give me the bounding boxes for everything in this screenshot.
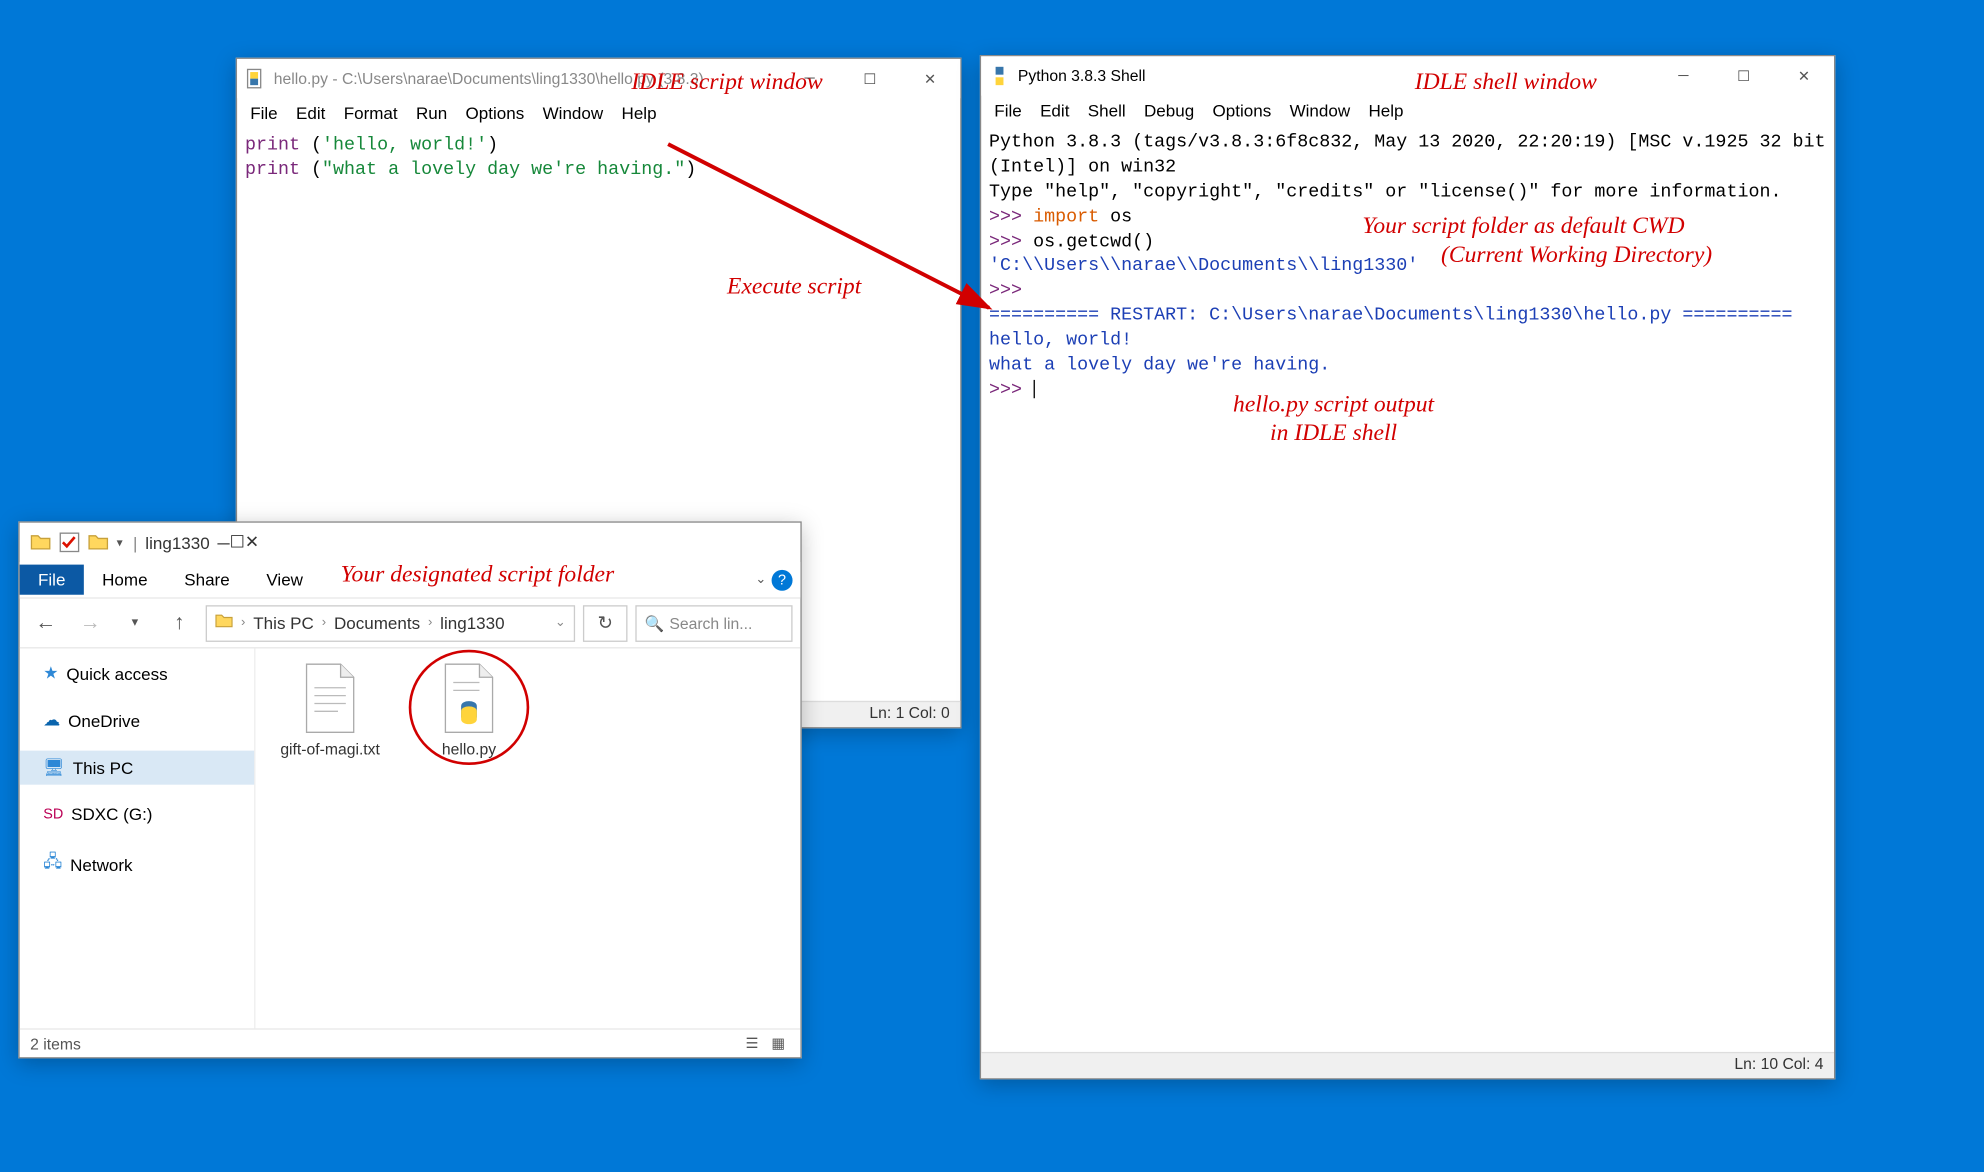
folder-icon <box>215 612 233 634</box>
sd-icon: SD <box>43 806 63 822</box>
maximize-button[interactable]: ☐ <box>840 59 900 98</box>
cwd-output: 'C:\\Users\\narae\\Documents\\ling1330' <box>989 256 1418 277</box>
tab-home[interactable]: Home <box>84 565 166 595</box>
menu-file[interactable]: File <box>242 101 285 126</box>
file-explorer-window: ▾ | ling1330 ─ ☐ ✕ File Home Share View … <box>18 521 801 1058</box>
titlebar[interactable]: Python 3.8.3 Shell ─ ☐ ✕ <box>981 56 1834 95</box>
menu-edit[interactable]: Edit <box>288 101 333 126</box>
close-button[interactable]: ✕ <box>245 532 259 553</box>
forward-button[interactable]: → <box>72 605 109 642</box>
menu-options[interactable]: Options <box>1205 98 1279 123</box>
maximize-button[interactable]: ☐ <box>230 532 245 553</box>
menu-help[interactable]: Help <box>1361 98 1412 123</box>
shell-output[interactable]: Python 3.8.3 (tags/v3.8.3:6f8c832, May 1… <box>981 126 1834 1052</box>
statusbar: Ln: 10 Col: 4 <box>981 1052 1834 1078</box>
file-item-txt[interactable]: gift-of-magi.txt <box>271 662 389 759</box>
ribbon: File Home Share View ⌄ ? <box>20 562 801 599</box>
nav-sdxc[interactable]: SDSDXC (G:) <box>20 798 254 831</box>
search-placeholder: Search lin... <box>669 614 752 632</box>
folder-name: ling1330 <box>137 533 217 553</box>
banner-line: Type "help", "copyright", "credits" or "… <box>989 182 1781 203</box>
help-icon[interactable]: ? <box>772 569 793 590</box>
menu-options[interactable]: Options <box>458 101 532 126</box>
breadcrumb-item[interactable]: This PC <box>253 613 314 633</box>
nav-quick-access[interactable]: ★Quick access <box>20 656 254 690</box>
file-list[interactable]: gift-of-magi.txt hello.py <box>255 648 800 1028</box>
star-icon: ★ <box>43 663 58 684</box>
navigation-pane: ★Quick access ☁OneDrive 🖥This PC SDSDXC … <box>20 648 256 1028</box>
window-title: Python 3.8.3 Shell <box>1018 67 1146 85</box>
menubar: File Edit Format Run Options Window Help <box>237 98 960 128</box>
menubar: File Edit Shell Debug Options Window Hel… <box>981 96 1834 126</box>
item-count: 2 items <box>30 1034 81 1052</box>
search-icon: 🔍 <box>645 614 665 632</box>
breadcrumb-item[interactable]: Documents <box>334 613 420 633</box>
recent-dropdown-icon[interactable]: ▾ <box>117 605 154 642</box>
tab-share[interactable]: Share <box>166 565 248 595</box>
file-name: gift-of-magi.txt <box>280 740 380 758</box>
address-bar-row: ← → ▾ ↑ › This PC › Documents › ling1330… <box>20 599 801 649</box>
menu-file[interactable]: File <box>986 98 1029 123</box>
script-output: hello, world! <box>989 330 1132 351</box>
menu-run[interactable]: Run <box>408 101 455 126</box>
qat-dropdown-icon[interactable]: ▾ <box>117 535 123 549</box>
menu-format[interactable]: Format <box>336 101 406 126</box>
menu-help[interactable]: Help <box>614 101 665 126</box>
minimize-button[interactable]: ─ <box>779 59 839 98</box>
pc-icon: 🖥 <box>43 757 65 778</box>
breadcrumb-item[interactable]: ling1330 <box>440 613 504 633</box>
icons-view-icon[interactable]: ▦ <box>766 1033 790 1054</box>
breadcrumb[interactable]: › This PC › Documents › ling1330 ⌄ <box>206 605 575 642</box>
maximize-button[interactable]: ☐ <box>1713 56 1773 95</box>
ribbon-expand-icon[interactable]: ⌄ <box>755 572 766 586</box>
checkbox-icon[interactable] <box>59 532 80 553</box>
banner-line: Python 3.8.3 (tags/v3.8.3:6f8c832, May 1… <box>989 131 1826 180</box>
nav-this-pc[interactable]: 🖥This PC <box>20 751 254 785</box>
folder-icon <box>30 532 51 553</box>
text-file-icon <box>299 662 362 735</box>
titlebar[interactable]: ▾ | ling1330 ─ ☐ ✕ <box>20 523 801 562</box>
close-button[interactable]: ✕ <box>900 59 960 98</box>
network-icon: 🖧 <box>43 850 62 879</box>
cloud-icon: ☁ <box>43 710 60 731</box>
window-title: hello.py - C:\Users\narae\Documents\ling… <box>274 69 704 87</box>
menu-shell[interactable]: Shell <box>1080 98 1134 123</box>
idle-shell-window: Python 3.8.3 Shell ─ ☐ ✕ File Edit Shell… <box>980 55 1835 1079</box>
tab-file[interactable]: File <box>20 565 84 595</box>
refresh-button[interactable]: ↻ <box>583 605 628 642</box>
up-button[interactable]: ↑ <box>161 605 198 642</box>
menu-edit[interactable]: Edit <box>1032 98 1077 123</box>
file-name: hello.py <box>442 740 496 758</box>
details-view-icon[interactable]: ☰ <box>740 1033 764 1054</box>
python-file-icon <box>245 68 266 89</box>
titlebar[interactable]: hello.py - C:\Users\narae\Documents\ling… <box>237 59 960 98</box>
minimize-button[interactable]: ─ <box>1653 56 1713 95</box>
python-icon <box>989 66 1010 87</box>
nav-onedrive[interactable]: ☁OneDrive <box>20 703 254 737</box>
minimize-button[interactable]: ─ <box>218 533 230 553</box>
script-output: what a lovely day we're having. <box>989 355 1330 376</box>
python-file-icon <box>438 662 501 735</box>
statusbar: 2 items ☰ ▦ <box>20 1028 801 1057</box>
folder-icon <box>88 532 109 553</box>
menu-window[interactable]: Window <box>1282 98 1358 123</box>
search-input[interactable]: 🔍 Search lin... <box>635 605 792 642</box>
menu-debug[interactable]: Debug <box>1136 98 1202 123</box>
menu-window[interactable]: Window <box>535 101 611 126</box>
restart-line: ========== RESTART: C:\Users\narae\Docum… <box>989 306 1792 327</box>
file-item-py[interactable]: hello.py <box>410 662 528 759</box>
back-button[interactable]: ← <box>28 605 65 642</box>
tab-view[interactable]: View <box>248 565 321 595</box>
nav-network[interactable]: 🖧Network <box>20 844 254 886</box>
close-button[interactable]: ✕ <box>1774 56 1834 95</box>
chevron-down-icon[interactable]: ⌄ <box>555 616 566 630</box>
